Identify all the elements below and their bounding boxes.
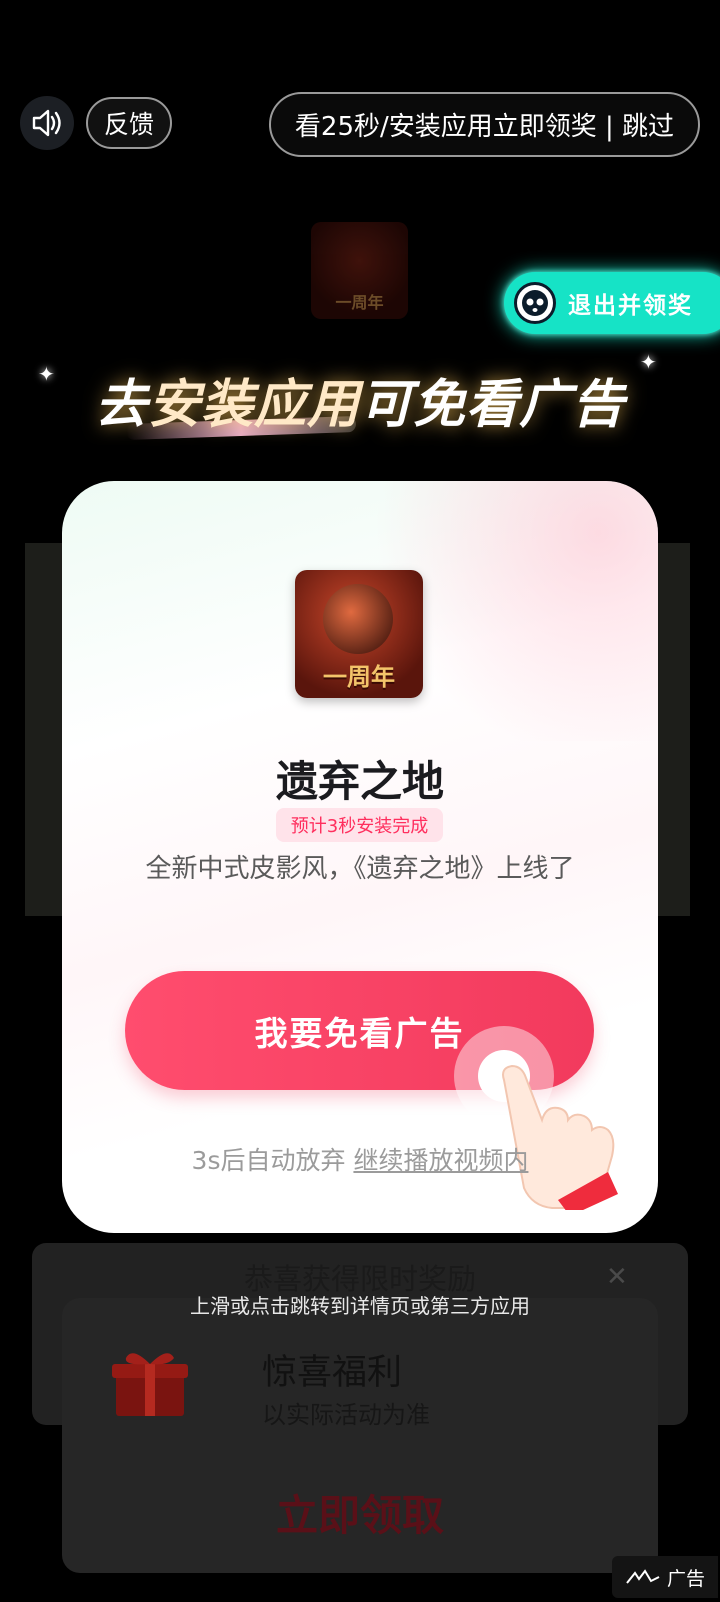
skip-button[interactable]: 看25秒/安装应用立即领奖 | 跳过 bbox=[269, 92, 700, 157]
giveup-countdown: 3s后自动放弃 bbox=[191, 1146, 346, 1175]
app-icon[interactable]: 一周年 bbox=[295, 570, 423, 698]
headline-part3: 可免看广告 bbox=[360, 375, 626, 435]
ad-label: 广告 bbox=[666, 1567, 705, 1590]
background-icon-text: 一周年 bbox=[335, 293, 384, 312]
ad-tag: 广告 bbox=[612, 1556, 718, 1598]
app-icon-figure bbox=[323, 584, 393, 654]
feedback-button[interactable]: 反馈 bbox=[86, 97, 172, 149]
speaker-icon bbox=[32, 109, 61, 137]
install-time-badge: 预计3秒安装完成 bbox=[276, 808, 443, 842]
app-name: 遗弃之地 bbox=[275, 757, 444, 806]
auto-giveup-text: 3s后自动放弃 继续播放视频内 bbox=[62, 1141, 658, 1177]
app-description: 全新中式皮影风，《遗弃之地》上线了 bbox=[145, 854, 575, 884]
close-icon[interactable]: ✕ bbox=[606, 1262, 628, 1292]
background-app-icon: 一周年 bbox=[311, 222, 408, 319]
swipe-hint: 上滑或点击跳转到详情页或第三方应用 bbox=[190, 1294, 530, 1318]
ad-logo-icon bbox=[626, 1569, 660, 1584]
continue-video-link[interactable]: 继续播放视频内 bbox=[353, 1146, 528, 1175]
claim-now-button[interactable]: 立即领取 bbox=[62, 1482, 658, 1543]
pointing-hand-icon bbox=[502, 1064, 618, 1210]
background-video-left bbox=[25, 543, 63, 916]
ghost-face-icon bbox=[514, 282, 556, 324]
headline-part1: 去 bbox=[94, 375, 148, 435]
welfare-subtitle: 以实际活动为准 bbox=[262, 1401, 430, 1429]
background-video-right bbox=[658, 543, 690, 916]
exit-and-claim-label: 退出并领奖 bbox=[568, 293, 693, 319]
app-icon-banner: 一周年 bbox=[323, 663, 395, 691]
headline-highlight: 安装应用 bbox=[147, 375, 360, 435]
welfare-title: 惊喜福利 bbox=[262, 1353, 403, 1393]
headline: 去安装应用可免看广告 bbox=[0, 362, 720, 437]
gift-icon bbox=[112, 1353, 188, 1416]
volume-button[interactable] bbox=[20, 96, 74, 150]
exit-and-claim-button[interactable]: 退出并领奖 bbox=[504, 272, 720, 334]
